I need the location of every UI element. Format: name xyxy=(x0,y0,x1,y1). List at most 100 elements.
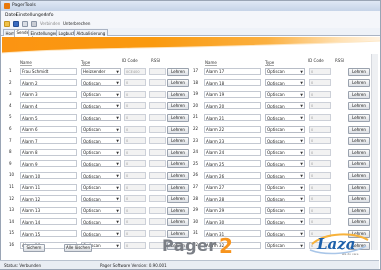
type-select[interactable]: Heizsender ▼ xyxy=(81,67,121,75)
type-select[interactable]: Optiscan ▼ xyxy=(81,218,121,226)
name-field[interactable]: Alarm 22 xyxy=(204,125,261,133)
learn-button[interactable]: Lehren xyxy=(348,102,370,111)
learn-button[interactable]: Lehren xyxy=(167,171,189,180)
learn-button[interactable]: Lehren xyxy=(348,113,370,122)
type-select[interactable]: Optiscan ▼ xyxy=(265,137,305,145)
learn-button[interactable]: Lehren xyxy=(167,137,189,146)
learn-button[interactable]: Lehren xyxy=(167,183,189,192)
chevron-down-icon: ▼ xyxy=(116,127,119,132)
chevron-down-icon: ▼ xyxy=(300,69,303,74)
name-field[interactable]: Alarm 5 xyxy=(20,113,77,121)
type-select[interactable]: Optiscan ▼ xyxy=(81,113,121,121)
name-field[interactable]: Alarm 4 xyxy=(20,102,77,110)
learn-button[interactable]: Lehren xyxy=(348,125,370,134)
name-field[interactable]: Alarm 2 xyxy=(20,79,77,87)
type-select[interactable]: Optiscan ▼ xyxy=(81,183,121,191)
name-field[interactable]: Alarm 12 xyxy=(20,195,77,203)
type-select[interactable]: Optiscan ▼ xyxy=(265,90,305,98)
type-value: Optiscan xyxy=(83,208,101,214)
type-select[interactable]: Optiscan ▼ xyxy=(265,79,305,87)
type-select[interactable]: Optiscan ▼ xyxy=(81,137,121,145)
learn-button[interactable]: Lehren xyxy=(167,206,189,215)
name-field[interactable]: Alarm 3 xyxy=(20,90,77,98)
learn-button[interactable]: Lehren xyxy=(167,67,189,76)
learn-button[interactable]: Lehren xyxy=(348,206,370,215)
name-field[interactable]: Alarm 19 xyxy=(204,90,261,98)
name-field[interactable]: Alarm 28 xyxy=(204,195,261,203)
learn-button[interactable]: Lehren xyxy=(167,113,189,122)
type-select[interactable]: Optiscan ▼ xyxy=(265,206,305,214)
name-field[interactable]: Alarm 13 xyxy=(20,206,77,214)
type-select[interactable]: Optiscan ▼ xyxy=(265,148,305,156)
type-select[interactable]: Optiscan ▼ xyxy=(265,195,305,203)
chevron-down-icon: ▼ xyxy=(116,197,119,202)
learn-button[interactable]: Lehren xyxy=(348,183,370,192)
name-field[interactable]: Alarm 6 xyxy=(20,125,77,133)
type-select[interactable]: Optiscan ▼ xyxy=(81,102,121,110)
learn-button[interactable]: Lehren xyxy=(348,90,370,99)
vertical-scrollbar[interactable] xyxy=(371,54,378,250)
type-select[interactable]: Optiscan ▼ xyxy=(81,79,121,87)
name-field[interactable]: Alarm 20 xyxy=(204,102,261,110)
learn-button[interactable]: Lehren xyxy=(167,148,189,157)
learn-button[interactable]: Lehren xyxy=(348,160,370,169)
type-select[interactable]: Optiscan ▼ xyxy=(265,171,305,179)
name-field[interactable]: Alarm 14 xyxy=(20,218,77,226)
learn-button[interactable]: Lehren xyxy=(348,218,370,227)
type-select[interactable]: Optiscan ▼ xyxy=(265,183,305,191)
id-code-field: 0 xyxy=(309,171,331,179)
type-select[interactable]: Optiscan ▼ xyxy=(81,148,121,156)
learn-button[interactable]: Lehren xyxy=(348,171,370,180)
learn-button[interactable]: Lehren xyxy=(348,79,370,88)
name-field[interactable]: Alarm 21 xyxy=(204,113,261,121)
name-field[interactable]: Alarm 23 xyxy=(204,137,261,145)
save-button[interactable]: Sichern xyxy=(23,244,45,252)
name-field[interactable]: Alarm 10 xyxy=(20,171,77,179)
row-number: 11 xyxy=(9,184,15,189)
type-select[interactable]: Optiscan ▼ xyxy=(265,125,305,133)
learn-button[interactable]: Lehren xyxy=(167,195,189,204)
learn-button[interactable]: Lehren xyxy=(167,160,189,169)
learn-button[interactable]: Lehren xyxy=(348,137,370,146)
type-select[interactable]: Optiscan ▼ xyxy=(265,67,305,75)
rssi-field xyxy=(149,183,166,191)
name-field[interactable]: Alarm 29 xyxy=(204,206,261,214)
type-select[interactable]: Optiscan ▼ xyxy=(265,102,305,110)
type-select[interactable]: Optiscan ▼ xyxy=(265,218,305,226)
name-field[interactable]: Alarm 30 xyxy=(204,218,261,226)
delete-all-button[interactable]: Alle löschen xyxy=(64,244,92,252)
type-select[interactable]: Optiscan ▼ xyxy=(265,113,305,121)
type-select[interactable]: Optiscan ▼ xyxy=(265,241,305,249)
learn-button[interactable]: Lehren xyxy=(348,67,370,76)
name-field[interactable]: Alarm 9 xyxy=(20,160,77,168)
name-field[interactable]: Alarm 17 xyxy=(204,67,261,75)
name-field[interactable]: Alarm 26 xyxy=(204,171,261,179)
type-select[interactable]: Optiscan ▼ xyxy=(81,160,121,168)
name-field[interactable]: Alarm 27 xyxy=(204,183,261,191)
type-select[interactable]: Optiscan ▼ xyxy=(81,206,121,214)
type-select[interactable]: Optiscan ▼ xyxy=(81,229,121,237)
type-select[interactable]: Optiscan ▼ xyxy=(81,125,121,133)
learn-button[interactable]: Lehren xyxy=(167,79,189,88)
name-field[interactable]: Alarm 18 xyxy=(204,79,261,87)
name-field[interactable]: Frau Schmidt xyxy=(20,67,77,75)
name-field[interactable]: Alarm 8 xyxy=(20,148,77,156)
learn-button[interactable]: Lehren xyxy=(348,195,370,204)
type-select[interactable]: Optiscan ▼ xyxy=(81,90,121,98)
learn-button[interactable]: Lehren xyxy=(167,90,189,99)
learn-button[interactable]: Lehren xyxy=(348,148,370,157)
name-field[interactable]: Alarm 25 xyxy=(204,160,261,168)
type-value: Optiscan xyxy=(83,80,101,86)
learn-button[interactable]: Lehren xyxy=(167,218,189,227)
name-field[interactable]: Alarm 7 xyxy=(20,137,77,145)
type-select[interactable]: Optiscan ▼ xyxy=(81,195,121,203)
name-field[interactable]: Alarm 24 xyxy=(204,148,261,156)
learn-button[interactable]: Lehren xyxy=(167,125,189,134)
status-bar: Status: Verbunden Pager Software Version… xyxy=(0,260,379,269)
name-field[interactable]: Alarm 11 xyxy=(20,183,77,191)
name-field[interactable]: Alarm 15 xyxy=(20,229,77,237)
type-select[interactable]: Optiscan ▼ xyxy=(81,171,121,179)
type-select[interactable]: Optiscan ▼ xyxy=(265,160,305,168)
type-select[interactable]: Optiscan ▼ xyxy=(265,229,305,237)
learn-button[interactable]: Lehren xyxy=(167,102,189,111)
